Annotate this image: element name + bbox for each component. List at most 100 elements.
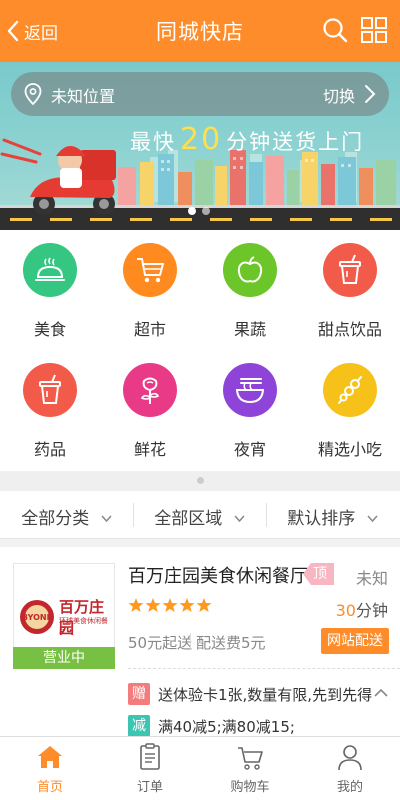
delivery-type-badge: 网站配送 — [321, 628, 389, 654]
banner-pagination — [188, 207, 210, 215]
filter-bar: 全部分类 全部区域 默认排序 — [0, 491, 400, 539]
category-icon-circle — [23, 243, 77, 297]
category-label: 鲜花 — [133, 440, 166, 459]
category-label: 精选小吃 — [317, 440, 382, 459]
order-list-icon — [140, 743, 160, 770]
tab-orders[interactable]: 订单 — [100, 737, 200, 800]
delivery-fee: 配送费5元 — [196, 634, 266, 652]
tab-label: 我的 — [336, 780, 363, 795]
location-pin-icon — [24, 83, 42, 105]
divider — [190, 633, 191, 649]
category-icon-circle — [123, 363, 177, 417]
promo-gift: 赠 送体验卡1张,数量有限,先到先得 — [128, 683, 372, 705]
category-medicine[interactable]: 药品 — [0, 350, 100, 460]
category-grid: 美食 超市 果蔬 甜点饮品 药品 鲜花 夜宵 精选小吃 — [0, 230, 400, 471]
pagination-dot — [202, 207, 210, 215]
category-food[interactable]: 美食 — [0, 230, 100, 340]
top-bar: 返回 同城快店 — [0, 0, 400, 62]
user-icon — [338, 745, 362, 771]
category-label: 美食 — [33, 320, 66, 339]
star-icon — [145, 598, 161, 612]
app-root: 返回 同城快店 未知位置 切换 最快 20 分钟送货上门 美食 超市 果蔬 甜点… — [0, 0, 400, 800]
category-supermarket[interactable]: 超市 — [100, 230, 200, 340]
logo-brand: BYONE — [22, 613, 52, 622]
home-icon — [38, 746, 62, 768]
skewer-icon — [338, 376, 362, 404]
category-label: 超市 — [133, 320, 166, 339]
star-icon — [179, 598, 195, 612]
category-icon-circle — [323, 363, 377, 417]
chevron-down-icon — [367, 515, 378, 523]
apple-icon — [237, 256, 263, 283]
tab-label: 订单 — [136, 780, 163, 795]
bottom-tab-bar: 首页 订单 购物车 我的 — [0, 736, 400, 800]
category-late-night[interactable]: 夜宵 — [200, 350, 300, 460]
category-snacks[interactable]: 精选小吃 — [300, 350, 400, 460]
filter-area-label: 全部区域 — [154, 509, 223, 529]
promo-discount: 减 满40减5;满80减15; — [128, 715, 295, 737]
category-icon-circle — [323, 243, 377, 297]
shop-distance: 未知 — [355, 569, 388, 588]
category-icon-circle — [123, 243, 177, 297]
medicine-cup-icon — [39, 374, 61, 404]
category-label: 甜点饮品 — [317, 320, 382, 339]
filter-category-dropdown[interactable]: 全部分类 — [0, 504, 133, 529]
min-order: 50元起送 — [128, 634, 193, 652]
promo-banner[interactable]: 未知位置 切换 最快 20 分钟送货上门 — [0, 62, 400, 230]
shop-logo-emblem: BYONE — [20, 600, 54, 634]
slogan-prefix: 最快 — [130, 130, 176, 154]
location-text: 未知位置 — [51, 87, 116, 106]
delivery-time-unit: 分钟 — [355, 601, 388, 620]
promo-badge: 减 — [128, 715, 150, 737]
star-icon — [162, 598, 178, 612]
search-icon[interactable] — [321, 16, 349, 44]
slogan-number: 20 — [180, 122, 223, 157]
tab-label: 购物车 — [230, 780, 270, 795]
cart-icon — [238, 747, 263, 770]
rating-stars — [128, 597, 212, 613]
grid-icon[interactable] — [360, 16, 388, 44]
status-badge: 营业中 — [13, 647, 115, 669]
category-label: 夜宵 — [233, 440, 266, 459]
chevron-up-icon[interactable] — [374, 688, 388, 698]
rose-icon — [140, 377, 160, 404]
shop-card[interactable]: BYONE 百万庄园 环球美食休闲餐厅 营业中 百万庄园美食休闲餐厅 顶 未知 … — [0, 547, 400, 737]
divider — [128, 668, 400, 669]
category-label: 果蔬 — [233, 320, 266, 339]
tab-label: 首页 — [36, 780, 63, 795]
delivery-time: 30分钟 — [336, 597, 388, 621]
category-icon-circle — [223, 363, 277, 417]
noodle-bowl-icon — [235, 378, 265, 404]
shopping-cart-icon — [137, 258, 164, 283]
promo-badge: 赠 — [128, 683, 150, 705]
star-icon — [196, 598, 212, 612]
chevron-down-icon — [101, 515, 112, 523]
tab-cart[interactable]: 购物车 — [200, 737, 300, 800]
category-label: 药品 — [33, 440, 66, 459]
filter-area-dropdown[interactable]: 全部区域 — [133, 504, 266, 529]
delivery-time-number: 30 — [335, 601, 356, 620]
slogan-suffix: 分钟送货上门 — [226, 130, 365, 154]
category-icon-circle — [23, 363, 77, 417]
category-pagination — [0, 471, 400, 491]
star-icon — [128, 598, 144, 612]
filter-sort-dropdown[interactable]: 默认排序 — [266, 504, 399, 529]
tab-profile[interactable]: 我的 — [300, 737, 400, 800]
food-cloche-icon — [35, 257, 65, 281]
category-dessert-drinks[interactable]: 甜点饮品 — [300, 230, 400, 340]
promo-text: 满40减5;满80减15; — [158, 717, 295, 736]
location-bar[interactable]: 未知位置 切换 — [11, 72, 389, 116]
category-flowers[interactable]: 鲜花 — [100, 350, 200, 460]
filter-category-label: 全部分类 — [21, 509, 90, 529]
pagination-dot — [188, 207, 196, 215]
category-icon-circle — [223, 243, 277, 297]
filter-sort-label: 默认排序 — [287, 509, 356, 529]
chevron-down-icon — [234, 515, 245, 523]
switch-location-button[interactable]: 切换 — [323, 83, 355, 107]
promo-text: 送体验卡1张,数量有限,先到先得 — [158, 685, 373, 704]
logo-subtitle: 环球美食休闲餐厅 — [59, 617, 108, 635]
tab-home[interactable]: 首页 — [0, 737, 100, 800]
category-fruit-veg[interactable]: 果蔬 — [200, 230, 300, 340]
banner-slogan: 最快 20 分钟送货上门 — [130, 122, 364, 157]
pagination-dot — [197, 477, 204, 484]
